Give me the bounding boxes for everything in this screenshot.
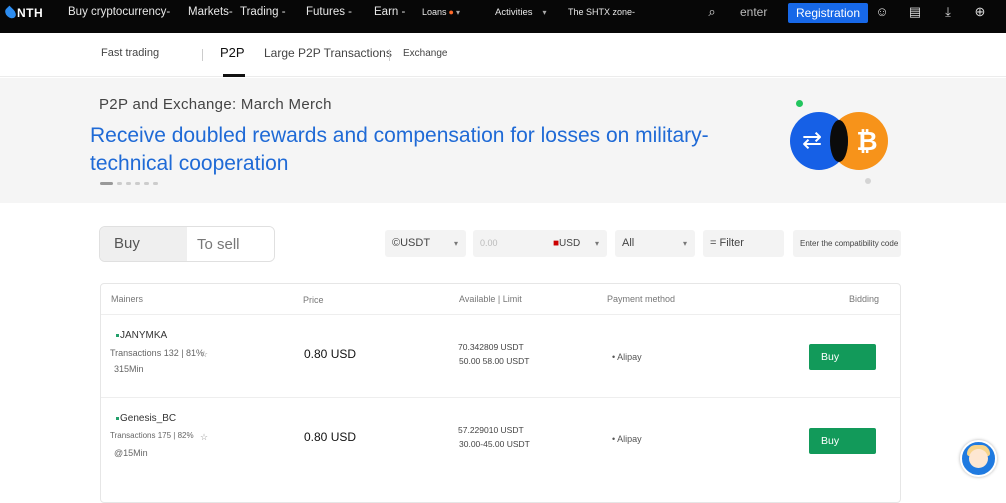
nav-activities[interactable]: Activities ▾	[495, 0, 547, 33]
header-payment: Payment method	[607, 294, 676, 304]
tab-p2p[interactable]: P2P	[220, 45, 245, 60]
currency-value: USD	[559, 238, 581, 249]
divider	[202, 49, 203, 61]
globe-icon[interactable]: ⊕	[973, 5, 987, 19]
currency-select[interactable]: ■USD	[553, 230, 580, 257]
merchant-stats: Transactions 132 | 81%	[110, 348, 205, 358]
coin-select-value: ©USDT	[392, 237, 431, 249]
limit: 50.00 58.00 USDT	[459, 356, 530, 366]
available: 70.342809 USDT	[458, 342, 524, 352]
login-link[interactable]: enter	[740, 0, 767, 33]
price: 0.80 USD	[304, 430, 357, 444]
header-price: Price	[303, 295, 324, 305]
amount-input[interactable]: 0.00 ■USD ▾	[473, 230, 607, 257]
merchant-name[interactable]: Genesis_BC	[116, 413, 176, 424]
table-row: JANYMKA Transactions 132 | 81% ☆ 315Min …	[101, 314, 900, 397]
payment-method: • Alipay	[612, 352, 642, 362]
carousel-dots[interactable]	[100, 182, 158, 185]
decor-overlap	[830, 120, 848, 162]
registration-button[interactable]: Registration	[788, 3, 868, 23]
logo[interactable]: NTH	[3, 5, 44, 21]
merchant-time: 315Min	[114, 364, 144, 374]
price: 0.80 USD	[304, 347, 357, 361]
payment-method: • Alipay	[612, 434, 642, 444]
merchant-stats: Transactions 175 | 82%	[110, 431, 194, 440]
divider	[389, 49, 390, 61]
fire-icon: ●	[448, 7, 454, 17]
table-row: Genesis_BC Transactions 175 | 82% ☆ @15M…	[101, 397, 900, 480]
active-tab-indicator	[223, 74, 245, 77]
tab-fast-trading[interactable]: Fast trading	[101, 47, 159, 59]
orders-icon[interactable]: ▤	[908, 5, 922, 19]
logo-text: NTH	[17, 6, 44, 20]
nav-markets[interactable]: Markets-	[188, 0, 233, 33]
star-icon[interactable]: ☆	[200, 432, 208, 443]
nav-loans-label: Loans	[422, 7, 447, 17]
merchant-name-text: Genesis_BC	[120, 413, 177, 424]
tab-large-p2p[interactable]: Large P2P Transactions	[264, 46, 392, 60]
tab-exchange[interactable]: Exchange	[403, 48, 447, 59]
payment-method-text: Alipay	[617, 434, 642, 444]
payment-select[interactable]: All ▾	[615, 230, 695, 257]
promo-banner[interactable]: P2P and Exchange: March Merch Receive do…	[0, 78, 1006, 203]
search-icon[interactable]: ⌕	[705, 5, 719, 19]
decor-dot	[796, 100, 803, 107]
chevron-down-icon: ▾	[682, 239, 687, 248]
star-icon[interactable]: ☆	[200, 349, 208, 360]
banner-subtitle: P2P and Exchange: March Merch	[99, 96, 332, 113]
chevron-down-icon: ▾	[453, 239, 458, 248]
decor-dot	[865, 178, 871, 184]
chevron-down-icon: ▾	[455, 8, 460, 17]
payment-method-text: Alipay	[617, 352, 642, 362]
coin-select[interactable]: ©USDT ▾	[385, 230, 466, 257]
nav-earn[interactable]: Earn -	[374, 0, 405, 33]
chevron-down-icon: ▾	[542, 8, 547, 17]
nav-futures[interactable]: Futures -	[306, 0, 352, 33]
filter-button[interactable]: = Filter	[703, 230, 784, 257]
buy-button[interactable]: Buy	[809, 344, 876, 370]
buy-button[interactable]: Buy	[809, 428, 876, 454]
nav-loans[interactable]: Loans ● ▾	[422, 0, 460, 33]
buy-sell-toggle: Buy To sell	[99, 226, 275, 262]
available: 57.229010 USDT	[458, 425, 524, 435]
nav-shtx-zone[interactable]: The SHTX zone-	[568, 0, 635, 33]
top-navigation-bar: NTH Buy cryptocurrency- Markets- Trading…	[0, 0, 1006, 33]
nav-activities-label: Activities	[495, 7, 533, 18]
sell-tab[interactable]: To sell	[187, 227, 274, 261]
download-icon[interactable]: ⤓	[941, 5, 955, 19]
buy-tab[interactable]: Buy	[100, 227, 187, 261]
nav-buy-crypto[interactable]: Buy cryptocurrency-	[68, 0, 170, 33]
header-bidding: Bidding	[849, 294, 880, 304]
merchant-name[interactable]: JANYMKA	[116, 330, 167, 341]
code-input[interactable]: Enter the compatibility code	[793, 230, 901, 257]
header-available: Available | Limit	[459, 294, 522, 304]
header-mainers: Mainers	[111, 294, 144, 304]
nav-trading[interactable]: Trading -	[240, 0, 286, 33]
merchant-time: @15Min	[114, 448, 148, 458]
payment-select-value: All	[622, 237, 635, 249]
merchant-name-text: JANYMKA	[120, 330, 168, 341]
sub-navigation: Fast trading P2P Large P2P Transactions …	[0, 33, 1006, 77]
limit: 30.00-45.00 USDT	[459, 439, 530, 449]
support-chat-icon[interactable]	[960, 440, 997, 477]
user-avatar-icon[interactable]: ☺	[875, 5, 889, 19]
amount-input-value: 0.00	[480, 238, 498, 248]
logo-icon	[3, 5, 18, 21]
support-avatar-face	[969, 449, 988, 468]
chevron-down-icon: ▾	[594, 239, 599, 248]
ads-table: Mainers Price Available | Limit Payment …	[100, 283, 901, 503]
banner-headline: Receive doubled rewards and compensation…	[90, 124, 709, 175]
